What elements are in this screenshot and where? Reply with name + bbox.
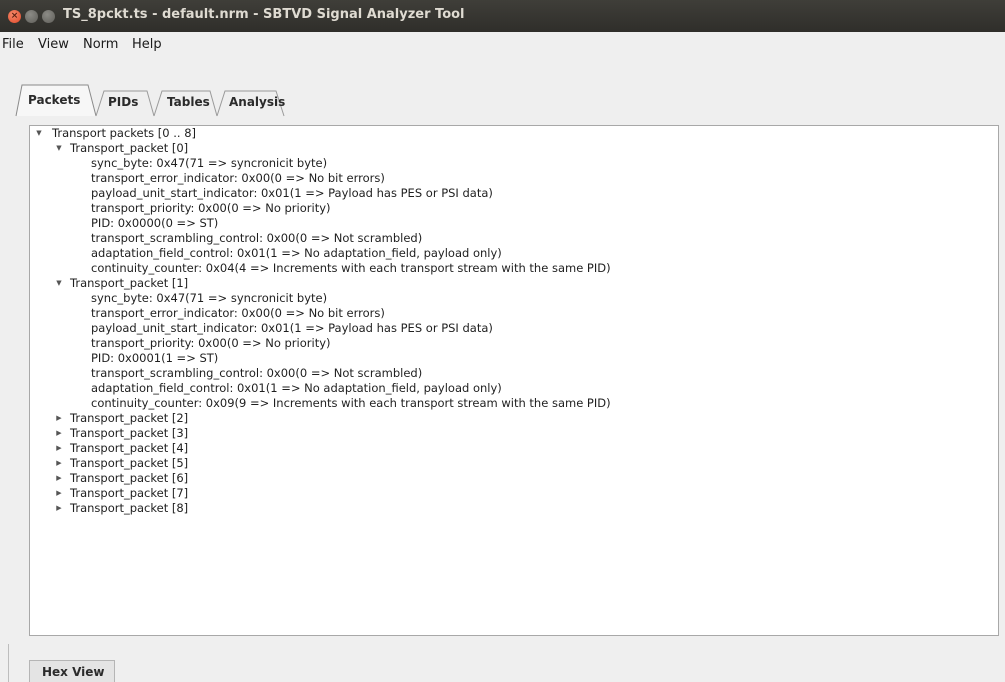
bottom-divider	[8, 644, 9, 682]
packet-label: Transport_packet [0]	[70, 141, 189, 155]
field-row[interactable]: transport_scrambling_control: 0x00(0 => …	[91, 366, 422, 381]
collapsed-arrow-icon[interactable]: ▶	[54, 441, 64, 456]
minimize-window-button[interactable]	[25, 10, 38, 23]
expanded-arrow-icon[interactable]: ▼	[54, 276, 64, 291]
packet-label: Transport_packet [2]	[70, 411, 189, 425]
packet-label: Transport_packet [5]	[70, 456, 189, 470]
window-title: TS_8pckt.ts - default.nrm - SBTVD Signal…	[63, 7, 465, 22]
collapsed-arrow-icon[interactable]: ▶	[54, 456, 64, 471]
field-row[interactable]: sync_byte: 0x47(71 => syncronicit byte)	[91, 291, 327, 306]
menu-file[interactable]: File	[2, 37, 24, 52]
packet-label: Transport_packet [8]	[70, 501, 189, 515]
tab-packets[interactable]: Packets	[28, 93, 80, 107]
field-row[interactable]: PID: 0x0001(1 => ST)	[91, 351, 218, 366]
collapsed-arrow-icon[interactable]: ▶	[54, 471, 64, 486]
field-row[interactable]: continuity_counter: 0x09(9 => Increments…	[91, 396, 611, 411]
menu-bar: File View Norm Help	[0, 32, 1005, 56]
menu-help[interactable]: Help	[132, 37, 162, 52]
collapsed-arrow-icon[interactable]: ▶	[54, 486, 64, 501]
field-row[interactable]: transport_error_indicator: 0x00(0 => No …	[91, 306, 385, 321]
tree-root-label: Transport packets [0 .. 8]	[52, 126, 196, 140]
field-row[interactable]: transport_priority: 0x00(0 => No priorit…	[91, 201, 331, 216]
packet-tree-panel[interactable]: ▼ Transport packets [0 .. 8] ▼ Transport…	[29, 125, 999, 636]
maximize-window-button[interactable]	[42, 10, 55, 23]
packet-label: Transport_packet [3]	[70, 426, 189, 440]
hex-view-label: Hex View	[42, 665, 105, 679]
title-bar: × TS_8pckt.ts - default.nrm - SBTVD Sign…	[0, 0, 1005, 32]
tab-hex-view[interactable]: Hex View	[29, 660, 115, 682]
expanded-arrow-icon[interactable]: ▼	[34, 126, 44, 141]
field-row[interactable]: transport_scrambling_control: 0x00(0 => …	[91, 231, 422, 246]
packet-label: Transport_packet [1]	[70, 276, 189, 290]
menu-view[interactable]: View	[38, 37, 69, 52]
field-row[interactable]: continuity_counter: 0x04(4 => Increments…	[91, 261, 611, 276]
collapsed-arrow-icon[interactable]: ▶	[54, 426, 64, 441]
field-row[interactable]: transport_priority: 0x00(0 => No priorit…	[91, 336, 331, 351]
packet-label: Transport_packet [4]	[70, 441, 189, 455]
collapsed-arrow-icon[interactable]: ▶	[54, 411, 64, 426]
field-row[interactable]: PID: 0x0000(0 => ST)	[91, 216, 218, 231]
field-row[interactable]: sync_byte: 0x47(71 => syncronicit byte)	[91, 156, 327, 171]
main-tab-strip: Packets PIDs Tables Analysis	[14, 83, 334, 117]
field-row[interactable]: payload_unit_start_indicator: 0x01(1 => …	[91, 186, 493, 201]
packet-label: Transport_packet [6]	[70, 471, 189, 485]
field-row[interactable]: payload_unit_start_indicator: 0x01(1 => …	[91, 321, 493, 336]
field-row[interactable]: adaptation_field_control: 0x01(1 => No a…	[91, 381, 502, 396]
tab-pids[interactable]: PIDs	[108, 95, 138, 109]
field-row[interactable]: adaptation_field_control: 0x01(1 => No a…	[91, 246, 502, 261]
tab-tables[interactable]: Tables	[167, 95, 210, 109]
field-row[interactable]: transport_error_indicator: 0x00(0 => No …	[91, 171, 385, 186]
close-window-button[interactable]: ×	[8, 10, 21, 23]
collapsed-arrow-icon[interactable]: ▶	[54, 501, 64, 516]
packet-label: Transport_packet [7]	[70, 486, 189, 500]
menu-norm[interactable]: Norm	[83, 37, 118, 52]
expanded-arrow-icon[interactable]: ▼	[54, 141, 64, 156]
tab-analysis[interactable]: Analysis	[229, 95, 285, 109]
